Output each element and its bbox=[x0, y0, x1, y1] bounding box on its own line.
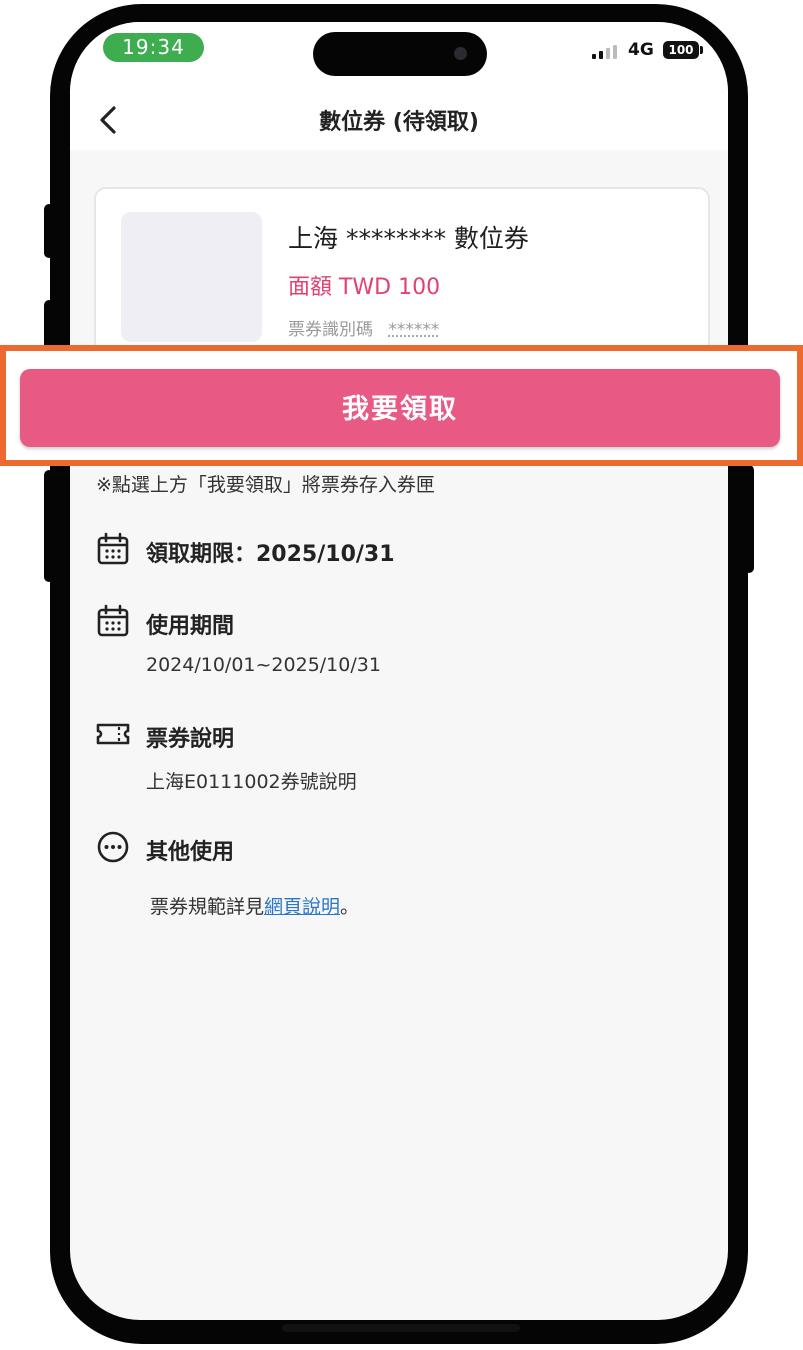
battery-icon: 100 bbox=[663, 41, 699, 59]
web-description-link[interactable]: 網頁說明 bbox=[264, 896, 340, 918]
app-screen: 19:34 4G 100 數位券 (待領取) 上海 ******** 數位券 面… bbox=[70, 22, 728, 1320]
camera-icon bbox=[454, 47, 467, 60]
claim-deadline: 領取期限：2025/10/31 bbox=[146, 542, 395, 567]
other-usage-text: 票券規範詳見網頁說明。 bbox=[150, 892, 359, 919]
voucher-code-value: ****** bbox=[388, 320, 440, 340]
voucher-amount: 面額 TWD 100 bbox=[288, 275, 441, 300]
volume-down-button bbox=[44, 470, 54, 582]
voucher-image-placeholder bbox=[121, 212, 262, 342]
home-indicator[interactable] bbox=[282, 1324, 520, 1332]
other-usage-heading: 其他使用 bbox=[146, 840, 235, 865]
status-time: 19:34 bbox=[103, 33, 204, 62]
usage-period-heading: 使用期間 bbox=[146, 614, 235, 639]
claim-button[interactable]: 我要領取 bbox=[20, 369, 780, 447]
voucher-code-label: 票券識別碼 bbox=[288, 320, 373, 340]
more-icon bbox=[97, 831, 129, 863]
ticket-description-heading: 票券說明 bbox=[146, 727, 235, 752]
calendar-icon bbox=[97, 604, 129, 637]
other-usage-suffix: 。 bbox=[340, 896, 360, 918]
calendar-icon bbox=[97, 532, 129, 565]
ticket-description-value: 上海E0111002券號說明 bbox=[146, 771, 357, 793]
other-usage-prefix: 票券規範詳見 bbox=[150, 896, 265, 918]
network-type: 4G bbox=[628, 40, 654, 60]
usage-period-value: 2024/10/01~2025/10/31 bbox=[146, 654, 381, 676]
battery-tip bbox=[700, 46, 703, 54]
page-title: 數位券 (待領取) bbox=[319, 110, 479, 135]
claim-notice: ※點選上方「我要領取」將票券存入券匣 bbox=[96, 474, 435, 496]
action-button bbox=[44, 204, 54, 258]
signal-icon bbox=[592, 45, 622, 59]
voucher-code: 票券識別碼 ****** bbox=[288, 315, 439, 340]
voucher-name: 上海 ******** 數位券 bbox=[288, 224, 529, 253]
power-button bbox=[744, 465, 754, 573]
ticket-icon bbox=[96, 723, 130, 745]
